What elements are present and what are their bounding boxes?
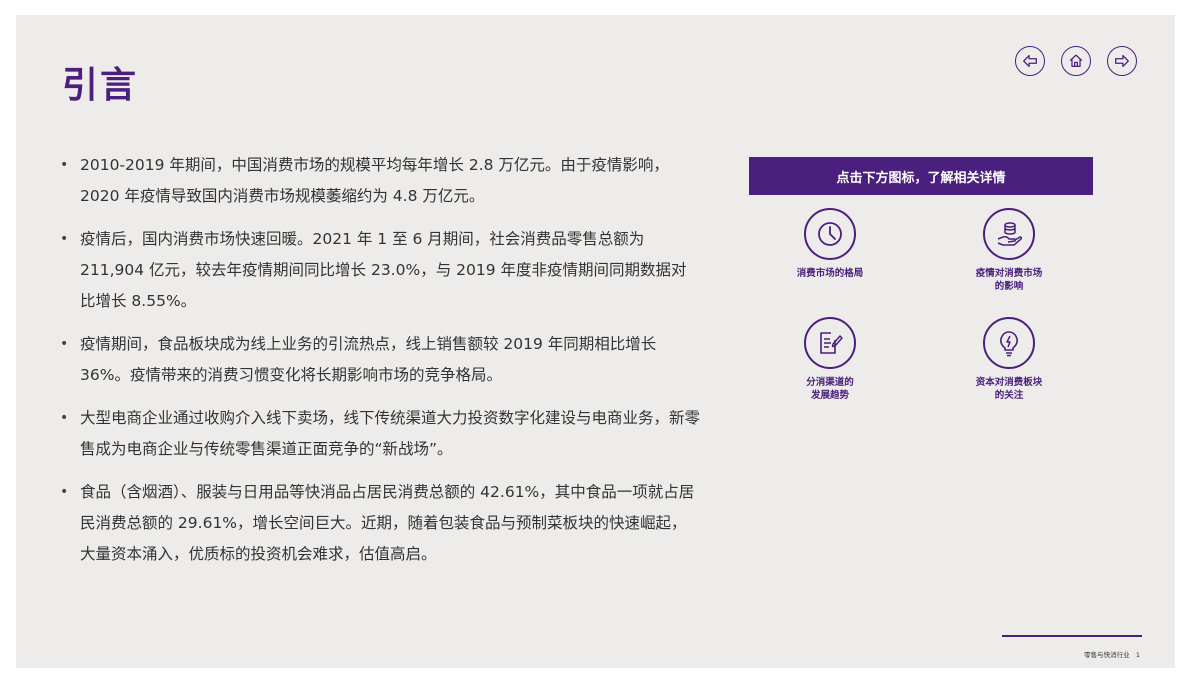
tile-market-structure[interactable]: 消费市场的格局 xyxy=(755,208,905,280)
home-button[interactable] xyxy=(1061,46,1091,76)
bullet-list: 2010-2019 年期间，中国消费市场的规模平均每年增长 2.8 万亿元。由于… xyxy=(60,150,700,582)
arrow-right-icon xyxy=(1115,54,1129,68)
bullet-item: 2010-2019 年期间，中国消费市场的规模平均每年增长 2.8 万亿元。由于… xyxy=(60,150,700,212)
tile-label: 资本对消费板块 的关注 xyxy=(975,377,1043,401)
page-number: 1 xyxy=(1135,651,1140,659)
footer-label: 零售与快消行业 xyxy=(1084,651,1130,659)
tile-channel-trend[interactable]: 分消渠道的 发展趋势 xyxy=(755,317,905,402)
tile-label: 疫情对消费市场 的影响 xyxy=(975,268,1043,292)
home-icon xyxy=(1069,54,1083,68)
bullet-item: 大型电商企业通过收购介入线下卖场，线下传统渠道大力投资数字化建设与电商业务，新零… xyxy=(60,403,700,465)
page-title: 引言 xyxy=(62,65,139,106)
lightbulb-icon xyxy=(1000,331,1018,357)
tile-icon-circle xyxy=(983,208,1035,260)
bullet-item: 食品（含烟酒）、服装与日用品等快消品占居民消费总额的 42.61%，其中食品一项… xyxy=(60,477,700,570)
footer-divider xyxy=(1002,635,1142,637)
tile-icon-circle xyxy=(804,208,856,260)
tile-capital-attention[interactable]: 资本对消费板块 的关注 xyxy=(934,317,1084,402)
nav-bar xyxy=(1015,46,1137,76)
tile-pandemic-impact[interactable]: 疫情对消费市场 的影响 xyxy=(934,208,1084,293)
back-button[interactable] xyxy=(1015,46,1045,76)
tile-label: 消费市场的格局 xyxy=(796,268,864,279)
coins-hand-icon xyxy=(997,222,1023,246)
bullet-item: 疫情后，国内消费市场快速回暖。2021 年 1 至 6 月期间，社会消费品零售总… xyxy=(60,224,700,317)
footer: 零售与快消行业 1 xyxy=(1084,649,1140,659)
bullet-item: 疫情期间，食品板块成为线上业务的引流热点，线上销售额较 2019 年同期相比增长… xyxy=(60,329,700,391)
tile-icon-circle xyxy=(983,317,1035,369)
tile-label: 分消渠道的 发展趋势 xyxy=(806,377,854,401)
document-edit-icon xyxy=(820,332,843,354)
tile-icon-circle xyxy=(804,317,856,369)
clock-icon xyxy=(818,222,842,246)
panel-header: 点击下方图标，了解相关详情 xyxy=(749,157,1093,195)
forward-button[interactable] xyxy=(1107,46,1137,76)
arrow-left-icon xyxy=(1023,54,1037,68)
